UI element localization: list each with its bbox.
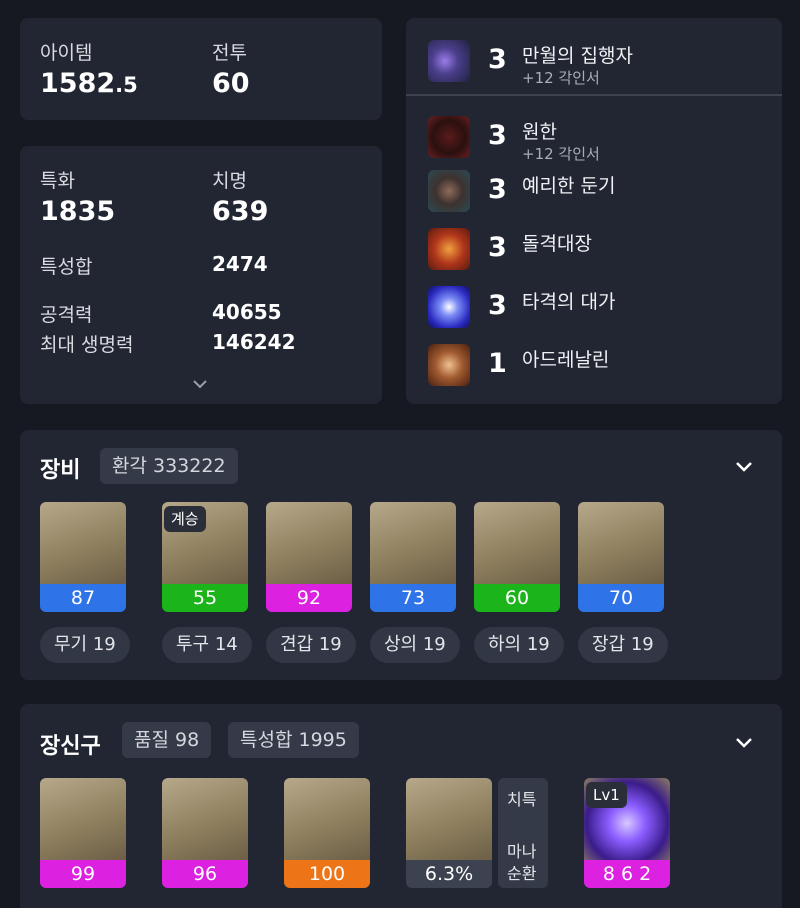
- engraving-name: 원한: [522, 121, 557, 143]
- crit-value: 639: [212, 196, 269, 227]
- equipment-item-weapon[interactable]: 87: [40, 502, 126, 612]
- quality-bar: 96: [162, 860, 248, 888]
- engraving-level: 3: [488, 174, 507, 205]
- moon-executor-icon: [428, 40, 470, 82]
- engraving-level: 3: [488, 232, 507, 263]
- grudge-icon: [428, 116, 470, 158]
- bracelet-value: 6.3%: [406, 860, 492, 888]
- engraving-row[interactable]: 3 원한 +12 각인서: [406, 110, 782, 164]
- attack-label: 공격력: [40, 304, 93, 326]
- equipment-label-weapon: 무기 19: [40, 627, 130, 663]
- engraving-name: 만월의 집행자: [522, 45, 633, 67]
- equipment-label-pants: 하의 19: [474, 627, 564, 663]
- weapon-icon: [40, 502, 126, 584]
- spec-value: 1835: [40, 196, 116, 227]
- necklace-icon: [40, 778, 126, 860]
- bracelet-icon: [406, 778, 492, 860]
- bracelet-stat-cycle: 순환: [507, 864, 537, 883]
- accessory-earring[interactable]: 96: [162, 778, 248, 888]
- equipment-item-pants[interactable]: 60: [474, 502, 560, 612]
- inherit-tag: 계승: [164, 506, 206, 532]
- equipment-label-chest: 상의 19: [370, 627, 460, 663]
- crit-label: 치명: [212, 170, 247, 192]
- quality-bar: 60: [474, 584, 560, 612]
- equipment-label-shoulder: 견갑 19: [266, 627, 356, 663]
- equipment-label-helmet: 투구 14: [162, 627, 252, 663]
- max-hp-value: 146242: [212, 330, 296, 354]
- engraving-row[interactable]: 3 만월의 집행자 +12 각인서: [406, 34, 782, 88]
- stat-total-chip: 특성합 1995: [228, 722, 359, 758]
- spec-label: 특화: [40, 170, 75, 192]
- hit-master-icon: [428, 286, 470, 328]
- keen-blunt-weapon-icon: [428, 170, 470, 212]
- engraving-level: 1: [488, 348, 507, 379]
- gloves-icon: [578, 502, 664, 584]
- attack-value: 40655: [212, 300, 282, 324]
- ring-icon: [284, 778, 370, 860]
- chevron-down-icon[interactable]: [734, 736, 754, 750]
- engraving-divider: [406, 94, 782, 96]
- engraving-level: 3: [488, 290, 507, 321]
- quality-bar: 73: [370, 584, 456, 612]
- adrenaline-icon: [428, 344, 470, 386]
- engraving-name: 돌격대장: [522, 233, 592, 255]
- accessories-title: 장신구: [40, 734, 101, 759]
- stats-card[interactable]: 특화 1835 치명 639 특성합 2474 공격력 40655 최대 생명력…: [20, 146, 382, 404]
- engravings-card: 3 만월의 집행자 +12 각인서 3 원한 +12 각인서 3 예리한 둔기 …: [406, 18, 782, 404]
- elixir-chip: 환각 333222: [100, 448, 238, 484]
- bracelet-stats-panel: 치특 마나 순환: [498, 778, 548, 888]
- accessory-ring[interactable]: 100: [284, 778, 370, 888]
- shoulder-icon: [266, 502, 352, 584]
- engraving-row[interactable]: 3 예리한 둔기: [406, 164, 782, 218]
- item-level-card: 아이템 1582.5 전투 60: [20, 18, 382, 120]
- equipment-card: 장비 환각 333222 87 계승 55 92 73 60 70 무기 19 …: [20, 430, 782, 680]
- quality-chip: 품질 98: [122, 722, 212, 758]
- pants-icon: [474, 502, 560, 584]
- equipment-item-helmet[interactable]: 계승 55: [162, 502, 248, 612]
- accessory-necklace[interactable]: 99: [40, 778, 126, 888]
- total-stat-value: 2474: [212, 252, 268, 276]
- raid-captain-icon: [428, 228, 470, 270]
- max-hp-label: 최대 생명력: [40, 334, 134, 356]
- combat-level-label: 전투: [212, 42, 247, 64]
- engraving-row[interactable]: 1 아드레날린: [406, 338, 782, 392]
- engraving-level: 3: [488, 120, 507, 151]
- equipment-title: 장비: [40, 458, 81, 483]
- engraving-name: 아드레날린: [522, 349, 610, 371]
- engraving-book: +12 각인서: [522, 69, 600, 87]
- bracelet-stat-crit-spec: 치특: [507, 790, 537, 809]
- quality-bar: 99: [40, 860, 126, 888]
- engraving-row[interactable]: 3 타격의 대가: [406, 280, 782, 334]
- equipment-item-chest[interactable]: 73: [370, 502, 456, 612]
- stone-level-tag: Lv1: [586, 782, 627, 808]
- ability-stone[interactable]: Lv1 8 6 2: [584, 778, 670, 888]
- engraving-row[interactable]: 3 돌격대장: [406, 222, 782, 276]
- equipment-item-shoulder[interactable]: 92: [266, 502, 352, 612]
- engraving-level: 3: [488, 44, 507, 75]
- quality-bar: 92: [266, 584, 352, 612]
- engraving-name: 타격의 대가: [522, 291, 616, 313]
- quality-bar: 55: [162, 584, 248, 612]
- engraving-name: 예리한 둔기: [522, 175, 616, 197]
- chest-armor-icon: [370, 502, 456, 584]
- chevron-down-icon[interactable]: [192, 378, 208, 390]
- engraving-book: +12 각인서: [522, 145, 600, 163]
- equipment-item-gloves[interactable]: 70: [578, 502, 664, 612]
- item-level-value: 1582.5: [40, 68, 138, 99]
- total-stat-label: 특성합: [40, 256, 93, 278]
- accessories-card: 장신구 품질 98 특성합 1995 99 96 100 6.3% 치특 마나 …: [20, 704, 782, 908]
- equipment-label-gloves: 장갑 19: [578, 627, 668, 663]
- stone-value-bar: 8 6 2: [584, 860, 670, 888]
- quality-bar: 70: [578, 584, 664, 612]
- combat-level-value: 60: [212, 68, 250, 99]
- earring-icon: [162, 778, 248, 860]
- quality-bar: 87: [40, 584, 126, 612]
- item-level-label: 아이템: [40, 42, 93, 64]
- quality-bar: 100: [284, 860, 370, 888]
- accessory-bracelet[interactable]: 6.3%: [406, 778, 492, 888]
- chevron-down-icon[interactable]: [734, 460, 754, 474]
- bracelet-stat-mana: 마나: [507, 842, 537, 861]
